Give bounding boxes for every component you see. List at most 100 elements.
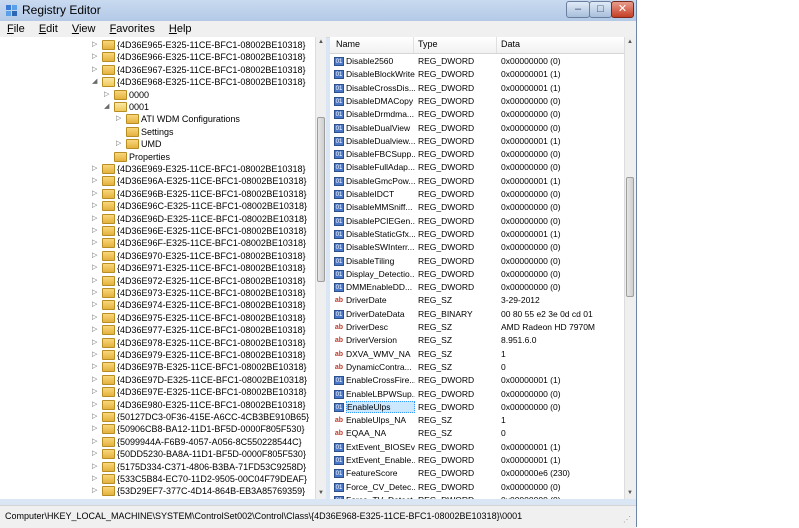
- value-row[interactable]: 01FeatureScoreREG_DWORD0x000000e6 (230): [330, 467, 624, 480]
- tree-node[interactable]: ▷{5175D334-C371-4806-B3BA-71FD53C9258D}: [0, 461, 315, 473]
- tree-node[interactable]: Settings: [0, 126, 315, 138]
- collapsed-arrow-icon[interactable]: ▷: [92, 399, 100, 411]
- collapsed-arrow-icon[interactable]: ▷: [92, 473, 100, 485]
- tree-node[interactable]: ▷{4D36E973-E325-11CE-BFC1-08002BE10318}: [0, 287, 315, 299]
- value-row[interactable]: 01DisableIDCTREG_DWORD0x00000000 (0): [330, 188, 624, 201]
- value-row[interactable]: abEnableUlps_NAREG_SZ1: [330, 414, 624, 427]
- collapsed-arrow-icon[interactable]: ▷: [92, 51, 100, 63]
- tree-node[interactable]: ▷{4D36E970-E325-11CE-BFC1-08002BE10318}: [0, 250, 315, 262]
- tree-node[interactable]: ▷{50127DC3-0F36-415E-A6CC-4CB3BE910B65}: [0, 411, 315, 423]
- tree-node[interactable]: ▷{4D36E967-E325-11CE-BFC1-08002BE10318}: [0, 64, 315, 76]
- collapsed-arrow-icon[interactable]: ▷: [92, 188, 100, 200]
- tree-node[interactable]: ▷{4D36E966-E325-11CE-BFC1-08002BE10318}: [0, 51, 315, 63]
- collapsed-arrow-icon[interactable]: ▷: [92, 163, 100, 175]
- collapsed-arrow-icon[interactable]: ▷: [92, 200, 100, 212]
- value-row[interactable]: abDynamicContra...REG_SZ0: [330, 361, 624, 374]
- value-row[interactable]: 01ExtEvent_Enable...REG_DWORD0x00000001 …: [330, 454, 624, 467]
- collapsed-arrow-icon[interactable]: ▷: [92, 225, 100, 237]
- collapsed-arrow-icon[interactable]: ▷: [92, 448, 100, 460]
- tree-node[interactable]: ▷ATI WDM Configurations: [0, 113, 315, 125]
- value-row[interactable]: 01DisableSWInterr...REG_DWORD0x00000000 …: [330, 241, 624, 254]
- value-row[interactable]: 01Disable2560REG_DWORD0x00000000 (0): [330, 55, 624, 68]
- value-row[interactable]: 01DisableDualViewREG_DWORD0x00000000 (0): [330, 122, 624, 135]
- collapsed-arrow-icon[interactable]: ▷: [92, 485, 100, 497]
- tree-node[interactable]: ▷{4D36E96F-E325-11CE-BFC1-08002BE10318}: [0, 237, 315, 249]
- collapsed-arrow-icon[interactable]: ▷: [92, 374, 100, 386]
- tree-node[interactable]: ▷{4D36E974-E325-11CE-BFC1-08002BE10318}: [0, 299, 315, 311]
- tree-node[interactable]: ▷{4D36E965-E325-11CE-BFC1-08002BE10318}: [0, 39, 315, 51]
- scroll-down-arrow-icon[interactable]: ▼: [625, 488, 635, 499]
- collapsed-arrow-icon[interactable]: ▷: [92, 287, 100, 299]
- collapsed-arrow-icon[interactable]: ▷: [92, 386, 100, 398]
- title-bar[interactable]: Registry Editor – □ ✕: [0, 0, 636, 21]
- tree-node[interactable]: ▷UMD: [0, 138, 315, 150]
- column-header-name[interactable]: Name: [336, 39, 360, 49]
- value-row[interactable]: 01EnableCrossFire...REG_DWORD0x00000001 …: [330, 374, 624, 387]
- collapsed-arrow-icon[interactable]: ▷: [116, 113, 124, 125]
- value-row[interactable]: 01DisableDMACopyREG_DWORD0x00000000 (0): [330, 95, 624, 108]
- tree-node[interactable]: ◢{4D36E968-E325-11CE-BFC1-08002BE10318}: [0, 76, 315, 88]
- value-row[interactable]: 01EnableLBPWSup...REG_DWORD0x00000000 (0…: [330, 388, 624, 401]
- tree-node[interactable]: ▷{4D36E969-E325-11CE-BFC1-08002BE10318}: [0, 163, 315, 175]
- collapsed-arrow-icon[interactable]: ▷: [92, 337, 100, 349]
- tree-node[interactable]: ▷{4D36E97E-E325-11CE-BFC1-08002BE10318}: [0, 386, 315, 398]
- value-row[interactable]: 01DisableDualview...REG_DWORD0x00000001 …: [330, 135, 624, 148]
- value-row[interactable]: 01DMMEnableDD...REG_DWORD0x00000000 (0): [330, 281, 624, 294]
- tree-node[interactable]: ▷{4D36E96B-E325-11CE-BFC1-08002BE10318}: [0, 188, 315, 200]
- value-row[interactable]: 01DisableGmcPow...REG_DWORD0x00000001 (1…: [330, 175, 624, 188]
- tree-node[interactable]: ◢0001: [0, 101, 315, 113]
- menu-edit[interactable]: Edit: [35, 21, 62, 37]
- value-row[interactable]: abDriverVersionREG_SZ8.951.6.0: [330, 334, 624, 347]
- list-scroll-thumb[interactable]: [626, 177, 634, 297]
- collapsed-arrow-icon[interactable]: ▷: [92, 275, 100, 287]
- value-row[interactable]: 01DisableStaticGfx...REG_DWORD0x00000001…: [330, 228, 624, 241]
- collapsed-arrow-icon[interactable]: ▷: [104, 89, 112, 101]
- value-row[interactable]: 01Force_CV_Detec...REG_DWORD0x00000000 (…: [330, 481, 624, 494]
- menu-file[interactable]: File: [3, 21, 29, 37]
- tree-node[interactable]: ▷{4D36E980-E325-11CE-BFC1-08002BE10318}: [0, 399, 315, 411]
- values-list[interactable]: Name Type Data 01Disable2560REG_DWORD0x0…: [330, 37, 624, 499]
- tree-scrollbar[interactable]: ▲ ▼: [315, 37, 326, 499]
- tree-node[interactable]: ▷{4D36E96C-E325-11CE-BFC1-08002BE10318}: [0, 200, 315, 212]
- resize-grip-icon[interactable]: ⋰: [623, 515, 633, 525]
- collapsed-arrow-icon[interactable]: ▷: [92, 361, 100, 373]
- scroll-up-arrow-icon[interactable]: ▲: [625, 37, 635, 48]
- value-row[interactable]: 01DisableDrmdma...REG_DWORD0x00000000 (0…: [330, 108, 624, 121]
- value-row[interactable]: abEQAA_NAREG_SZ0: [330, 427, 624, 440]
- column-header-type[interactable]: Type: [418, 39, 438, 49]
- tree-node[interactable]: ▷{50906CB8-BA12-11D1-BF5D-0000F805F530}: [0, 423, 315, 435]
- tree-node[interactable]: ▷{4D36E97D-E325-11CE-BFC1-08002BE10318}: [0, 374, 315, 386]
- expanded-arrow-icon[interactable]: ◢: [92, 76, 100, 88]
- collapsed-arrow-icon[interactable]: ▷: [92, 213, 100, 225]
- collapsed-arrow-icon[interactable]: ▷: [92, 461, 100, 473]
- expanded-arrow-icon[interactable]: ◢: [104, 101, 112, 113]
- tree-node[interactable]: ▷{4D36E96E-E325-11CE-BFC1-08002BE10318}: [0, 225, 315, 237]
- tree-node[interactable]: ▷{50DD5230-BA8A-11D1-BF5D-0000F805F530}: [0, 448, 315, 460]
- column-divider[interactable]: [413, 37, 414, 53]
- value-row[interactable]: abDriverDescREG_SZAMD Radeon HD 7970M: [330, 321, 624, 334]
- value-row[interactable]: 01DisableBlockWriteREG_DWORD0x00000001 (…: [330, 68, 624, 81]
- tree-node[interactable]: Properties: [0, 151, 315, 163]
- value-row[interactable]: 01DisableFBCSupp...REG_DWORD0x00000000 (…: [330, 148, 624, 161]
- list-scrollbar[interactable]: ▲ ▼: [624, 37, 636, 499]
- value-row[interactable]: 01DisableTilingREG_DWORD0x00000000 (0): [330, 255, 624, 268]
- collapsed-arrow-icon[interactable]: ▷: [92, 423, 100, 435]
- collapsed-arrow-icon[interactable]: ▷: [92, 312, 100, 324]
- value-row[interactable]: 01Display_Detectio...REG_DWORD0x00000000…: [330, 268, 624, 281]
- minimize-button[interactable]: –: [566, 1, 590, 18]
- value-row[interactable]: abDriverDateREG_SZ3-29-2012: [330, 294, 624, 307]
- menu-view[interactable]: View: [68, 21, 100, 37]
- collapsed-arrow-icon[interactable]: ▷: [92, 411, 100, 423]
- tree-node[interactable]: ▷0000: [0, 89, 315, 101]
- value-row[interactable]: 01DisableCrossDis...REG_DWORD0x00000001 …: [330, 82, 624, 95]
- value-row[interactable]: 01DisablePCIEGen...REG_DWORD0x00000000 (…: [330, 215, 624, 228]
- tree-node[interactable]: ▷{4D36E977-E325-11CE-BFC1-08002BE10318}: [0, 324, 315, 336]
- column-divider[interactable]: [496, 37, 497, 53]
- collapsed-arrow-icon[interactable]: ▷: [92, 237, 100, 249]
- close-button[interactable]: ✕: [611, 1, 634, 18]
- scroll-down-arrow-icon[interactable]: ▼: [316, 488, 326, 499]
- menu-help[interactable]: Help: [165, 21, 196, 37]
- collapsed-arrow-icon[interactable]: ▷: [92, 175, 100, 187]
- collapsed-arrow-icon[interactable]: ▷: [92, 262, 100, 274]
- collapsed-arrow-icon[interactable]: ▷: [92, 436, 100, 448]
